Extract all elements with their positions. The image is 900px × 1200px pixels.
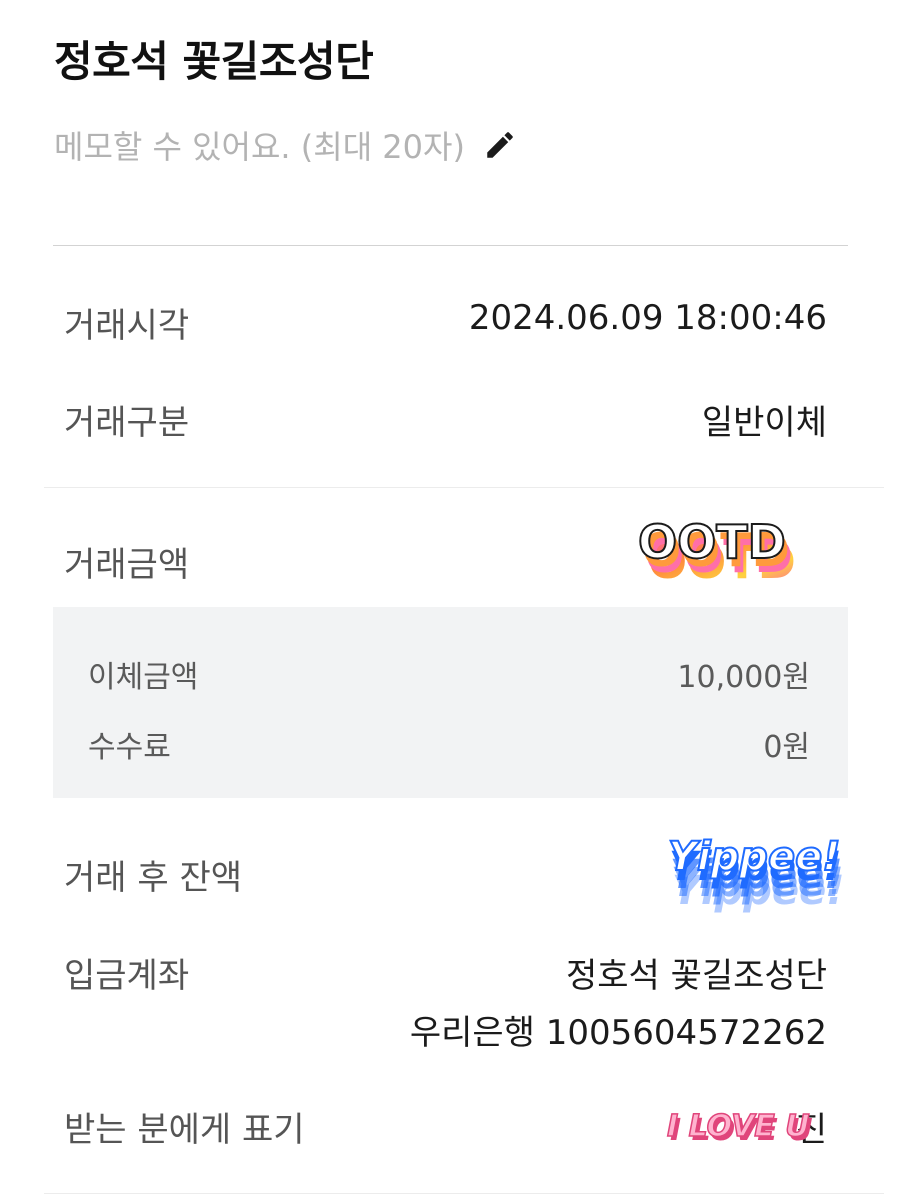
deposit-account-name: 정호석 꽃길조성단 [565, 956, 827, 996]
row-transaction-type: 거래구분 일반이체 [64, 395, 827, 444]
deposit-account-number: 우리은행 1005604572262 [409, 1013, 827, 1053]
pencil-icon[interactable] [483, 128, 517, 162]
ootd-text: OOTD [638, 515, 786, 569]
iloveu-text: I LOVE U [667, 1109, 810, 1144]
memo-placeholder: 메모할 수 있어요. (최대 20자) [54, 128, 465, 166]
type-label: 거래구분 [64, 403, 190, 443]
yippee-text: Yippee! [668, 834, 840, 880]
fee-value: 0원 [763, 730, 810, 765]
transfer-amount-value: 10,000원 [677, 660, 810, 695]
row-transfer-amount: 이체금액 10,000원 [88, 652, 810, 696]
divider [44, 1193, 884, 1194]
type-value: 일반이체 [701, 403, 827, 443]
divider [44, 487, 884, 488]
row-deposit-account: 입금계좌 정호석 꽃길조성단 [64, 948, 827, 997]
account-title: 정호석 꽃길조성단 [54, 37, 374, 86]
amount-label: 거래금액 [64, 545, 190, 585]
transfer-amount-label: 이체금액 [88, 660, 199, 695]
row-transaction-time: 거래시각 2024.06.09 18:00:46 [64, 298, 827, 347]
row-deposit-account-number: 우리은행 1005604572262 [64, 1005, 827, 1054]
amount-breakdown-box [53, 607, 848, 798]
fee-label: 수수료 [88, 730, 171, 765]
divider [53, 245, 848, 246]
yippee-sticker: Yippee! Yippee! Yippee! Yippee! Yippee! [667, 833, 844, 914]
recipient-display-label: 받는 분에게 표기 [64, 1110, 305, 1150]
ootd-sticker: OOTD OOTD OOTD OOTD [637, 514, 796, 589]
balance-label: 거래 후 잔액 [64, 858, 243, 898]
iloveu-sticker: I LOVE U I LOVE U [666, 1108, 812, 1148]
time-value: 2024.06.09 18:00:46 [468, 298, 827, 338]
row-fee: 수수료 0원 [88, 722, 810, 766]
memo-field[interactable]: 메모할 수 있어요. (최대 20자) [54, 122, 517, 168]
deposit-account-label: 입금계좌 [64, 956, 190, 996]
time-label: 거래시각 [64, 306, 190, 346]
